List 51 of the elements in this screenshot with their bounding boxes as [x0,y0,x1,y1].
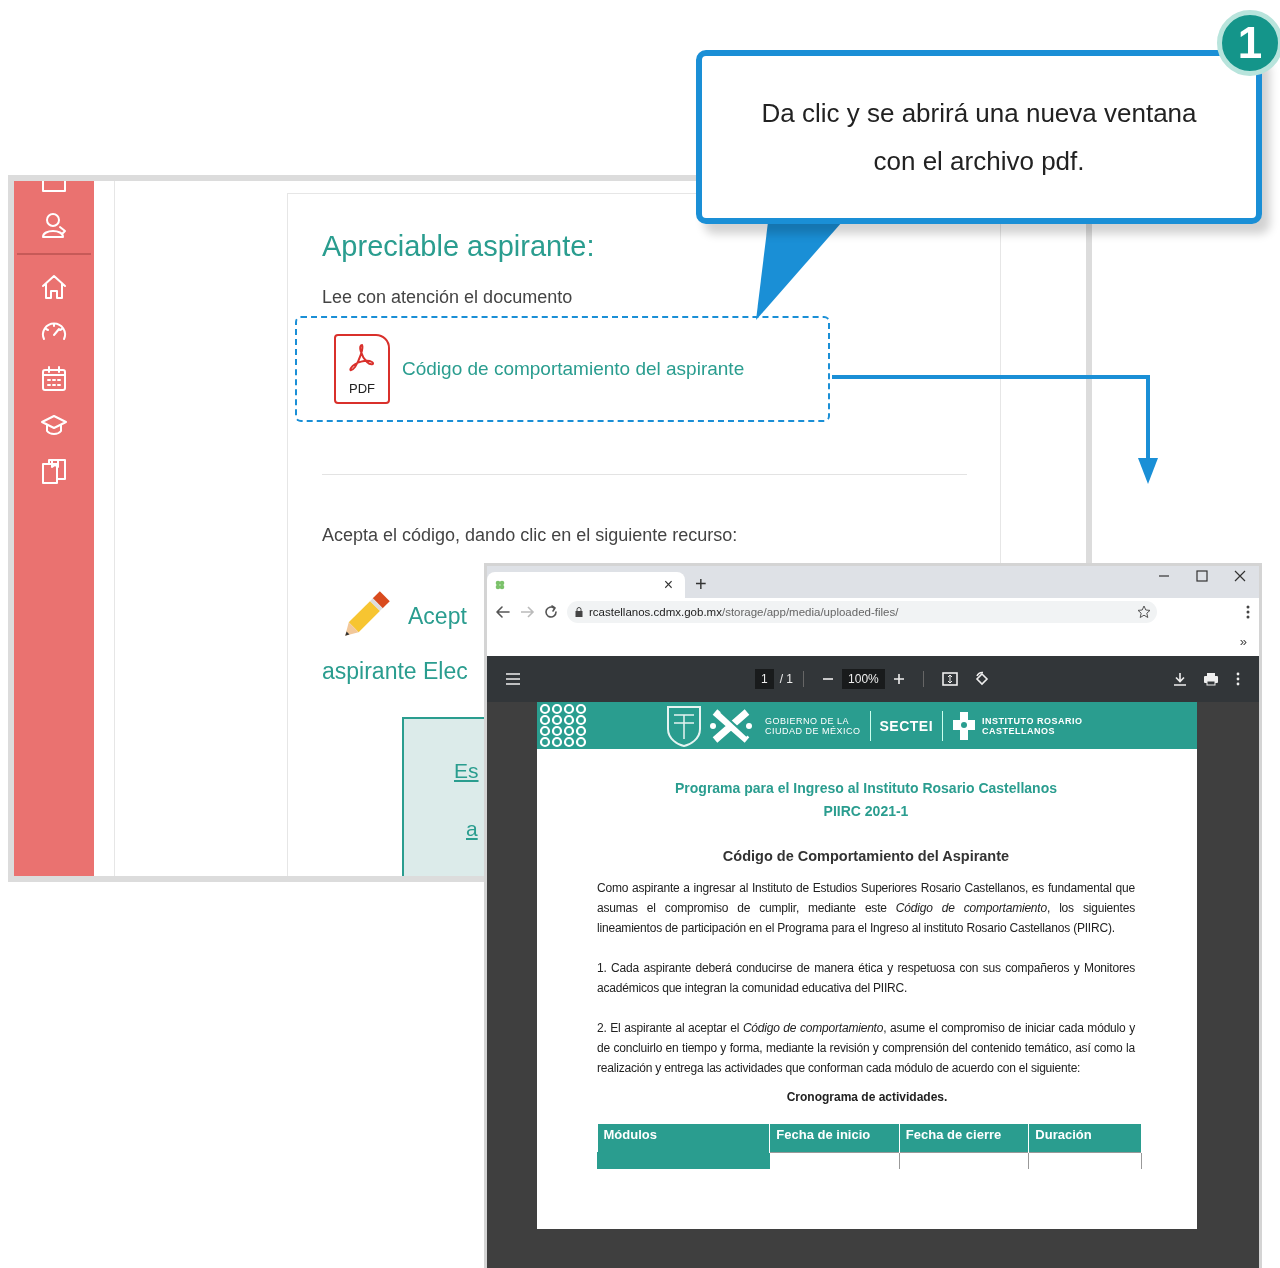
menu-icon[interactable] [505,672,521,686]
address-bar[interactable]: rcastellanos.cdmx.gob.mx/storage/app/media/uploaded-files/ [567,601,1157,623]
user-icon[interactable] [40,211,68,239]
page-total: / 1 [779,672,794,686]
kebab-menu-icon[interactable] [1245,604,1251,620]
callout-text: Da clic y se abrirá una nueva ventana con el archivo pdf. [760,97,1198,178]
browser-tab[interactable]: × [487,572,685,598]
document-title: Programa para el Ingreso al Instituto Rosario Castellanos PIIRC 2021-1 [674,779,1058,821]
column-header: Fecha de inicio [769,1124,900,1153]
zoom-in-icon[interactable] [892,673,905,685]
greeting-heading: Apreciable aspirante: [322,230,596,263]
print-icon[interactable] [1203,672,1219,686]
back-arrow-icon[interactable] [495,604,511,620]
agency-wordmark: SECTEI [879,720,934,731]
window-icon[interactable] [41,181,67,193]
page-number-field[interactable]: 1 [755,669,774,689]
reload-icon[interactable] [543,604,559,620]
new-tab-button[interactable]: + [691,573,711,596]
lattice-pattern-drawing [537,702,589,749]
accept-instruction: Acepta el código, dando clic en el siguiente recurso: [322,525,739,546]
zoom-level-field[interactable]: 100% [842,669,885,689]
instruction-text: Lee con atención el documento [322,287,574,308]
download-icon[interactable] [1173,672,1187,686]
document-paragraph: 2. El aspirante al aceptar el Código de comportamiento, asume el compromiso de iniciar cada módulo y de concluirlo en tiempo y forma, mediante la revisión y comprensión del contenido temático, así como la realización y entrega las actividades que conforman cada módulo de acuerdo con el siguiente: [597,1020,1135,1077]
calendar-icon[interactable] [40,365,68,393]
column-header: Módulos [597,1124,770,1153]
government-wordmark: GOBIERNO DE LA CIUDAD DE MÉXICO [765,715,861,736]
tab-close-button[interactable]: × [659,576,677,594]
star-icon[interactable] [1137,605,1151,619]
document-paragraph: Como aspirante a ingresar al Instituto de Estudios Superiores Rosario Castellanos, es fundamental que asumas el compromiso de cumplir, mediante este Código de comportamiento, los siguientes lineamientos de participación en el Programa para el Ingreso al instituto Rosario Castellanos (PIIRC). [597,880,1135,937]
clover-icon [495,580,505,590]
column-header: Duración [1028,1124,1142,1153]
fit-page-icon[interactable] [941,672,958,686]
table-caption: Cronograma de actividades. [785,1090,949,1104]
file-type-label: PDF [349,381,375,396]
column-header: Fecha de cierre [899,1124,1029,1153]
pdf-file-icon[interactable]: PDF [334,334,390,404]
bookmarks-overflow-button[interactable]: » [1239,633,1247,649]
cross-logo-icon [952,709,977,742]
shield-icon [665,704,703,747]
rotate-icon[interactable] [973,671,990,687]
document-subtitle: Código de Comportamiento del Aspirante [721,848,1011,864]
lock-icon [575,607,583,617]
document-paragraph: 1. Cada aspirante deberá conducirse de manera ética y respetuosa con sus compañeros y Monitores académicos que integran la comunidad educativa del PIIRC. [597,960,1135,997]
home-icon[interactable] [40,273,68,301]
institute-wordmark: INSTITUTO ROSARIO CASTELLANOS [982,715,1083,736]
url-text: rcastellanos.cdmx.gob.mx/storage/app/media/uploaded-files/ [589,606,899,618]
step-badge: 1 [1217,10,1280,76]
documents-icon[interactable] [40,457,68,485]
acrobat-icon [347,342,377,372]
kebab-menu-icon[interactable] [1235,672,1241,686]
